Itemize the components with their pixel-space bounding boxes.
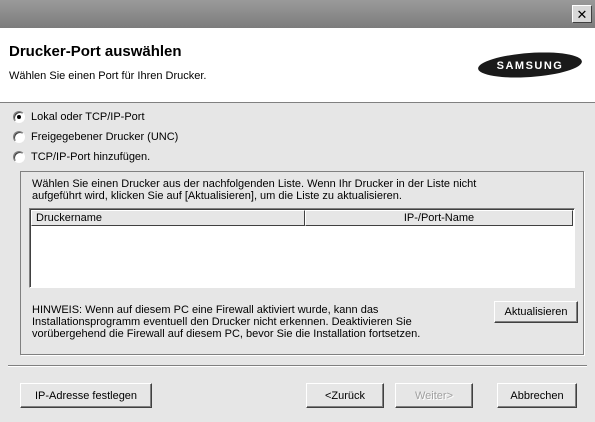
description-line: aufgeführt wird, klicken Sie auf [Aktual…	[32, 190, 402, 202]
printer-list[interactable]: Druckername IP-/Port-Name	[29, 208, 575, 288]
back-button[interactable]: <Zurück	[306, 383, 384, 408]
set-ip-address-button[interactable]: IP-Adresse festlegen	[20, 383, 152, 408]
header-panel: Drucker-Port auswählen Wählen Sie einen …	[0, 28, 595, 103]
option-shared-printer[interactable]: Freigegebener Drucker (UNC)	[13, 129, 178, 145]
cancel-button[interactable]: Abbrechen	[497, 383, 577, 408]
refresh-button[interactable]: Aktualisieren	[494, 301, 578, 323]
radio-shared-printer[interactable]	[13, 131, 25, 143]
close-button[interactable]: ✕	[572, 5, 592, 23]
note-line: HINWEIS: Wenn auf diesem PC eine Firewal…	[32, 304, 379, 316]
option-label-local-tcpip: Lokal oder TCP/IP-Port	[31, 111, 145, 123]
note-line: Installationsprogramm eventuell den Druc…	[32, 316, 412, 328]
radio-add-tcpip[interactable]	[13, 151, 25, 163]
group-description: Wählen Sie einen Drucker aus der nachfol…	[32, 178, 572, 202]
printer-list-header: Druckername IP-/Port-Name	[31, 210, 573, 226]
title-bar: ✕	[0, 0, 595, 28]
next-button: Weiter>	[395, 383, 473, 408]
firewall-note: HINWEIS: Wenn auf diesem PC eine Firewal…	[32, 304, 432, 340]
option-label-shared-printer: Freigegebener Drucker (UNC)	[31, 131, 179, 143]
samsung-logo: SAMSUNG	[478, 52, 582, 78]
option-local-tcpip[interactable]: Lokal oder TCP/IP-Port	[13, 109, 145, 125]
printer-list-group: Wählen Sie einen Drucker aus der nachfol…	[20, 171, 584, 355]
column-ip-port-name[interactable]: IP-/Port-Name	[305, 210, 573, 226]
option-add-tcpip[interactable]: TCP/IP-Port hinzufügen.	[13, 149, 150, 165]
option-label-add-tcpip: TCP/IP-Port hinzufügen.	[31, 151, 151, 163]
radio-local-tcpip[interactable]	[13, 111, 25, 123]
close-icon: ✕	[576, 6, 588, 22]
column-printer-name[interactable]: Druckername	[31, 210, 305, 226]
page-title: Drucker-Port auswählen	[9, 43, 182, 60]
footer-separator	[8, 365, 587, 367]
page-subtitle: Wählen Sie einen Port für Ihren Drucker.	[9, 70, 207, 82]
note-line: vorübergehend die Firewall auf diesem PC…	[32, 328, 421, 340]
svg-text:SAMSUNG: SAMSUNG	[497, 60, 564, 72]
description-line: Wählen Sie einen Drucker aus der nachfol…	[32, 178, 477, 190]
